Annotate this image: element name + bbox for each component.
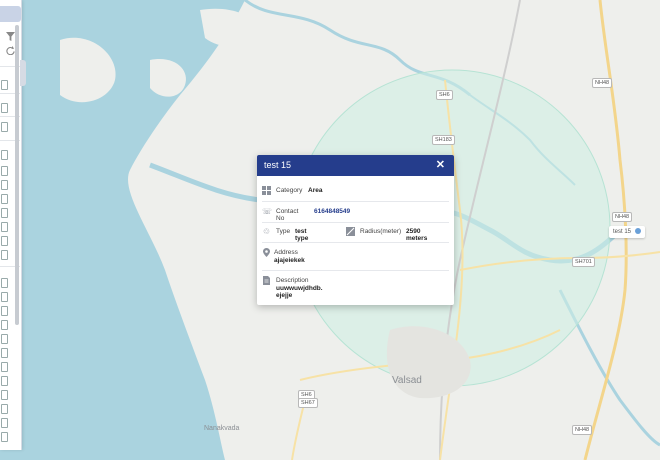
phone-icon [1,166,8,176]
sidebar-scrollbar[interactable] [15,25,19,325]
list-item[interactable] [0,222,12,232]
category-value: Area [308,187,323,194]
phone-icon [1,376,8,386]
shapes-icon: ♲ [262,227,271,236]
list-item[interactable] [0,122,12,132]
location-pin-icon [262,248,271,257]
list-item[interactable] [0,292,12,302]
popup-title: test 15 [264,160,292,170]
sidebar-header [0,6,21,22]
list-item[interactable] [0,194,12,204]
sidebar [0,0,22,450]
phone-icon [1,222,8,232]
list-item[interactable] [0,376,12,386]
phone-icon [1,103,8,113]
list-item[interactable] [0,362,12,372]
road-shield: SH701 [572,257,595,267]
list-item[interactable] [0,404,12,414]
list-item[interactable] [0,278,12,288]
type-label: Type [276,228,291,235]
category-label: Category [276,187,303,194]
phone-icon [1,418,8,428]
address-label: Address [274,249,298,256]
list-item[interactable] [0,334,12,344]
phone-icon [1,390,8,400]
road-shield: NH48 [572,425,593,435]
phone-icon [1,432,8,442]
phone-icon [1,362,8,372]
list-item[interactable] [0,348,12,358]
contact-value[interactable]: 6164848549 [314,208,350,215]
phone-icon [1,334,8,344]
road-shield: NH48 [592,78,613,88]
list-item[interactable] [0,180,12,190]
marker-dot-icon [635,228,642,235]
phone-icon [1,250,8,260]
contact-label: Contact No [276,208,299,222]
sidebar-toggle-handle[interactable] [20,60,26,86]
radius-icon [346,227,355,236]
list-item[interactable] [0,103,12,113]
list-item[interactable] [0,418,12,428]
list-item[interactable] [0,150,12,160]
phone-icon [1,80,8,90]
marker-label: test 15 [613,229,632,235]
list-item[interactable] [0,166,12,176]
phone-icon: ☏ [262,207,273,216]
list-item[interactable] [0,432,12,442]
address-value: ajajeiekek [274,257,305,264]
phone-icon [1,292,8,302]
document-icon [262,276,271,285]
phone-icon [1,404,8,414]
radius-value: 2590 meters [406,228,428,242]
map-marker[interactable]: test 15 [609,226,646,238]
village-label: Nanakvada [204,425,240,432]
road-shield: NH48 [612,212,633,222]
road-shield: SH183 [432,135,455,145]
road-shield: SH6 [436,90,453,100]
phone-icon [1,306,8,316]
list-item[interactable] [0,208,12,218]
list-item[interactable] [0,320,12,330]
list-item[interactable] [0,80,12,90]
phone-icon [1,150,8,160]
list-item[interactable] [0,236,12,246]
list-item[interactable] [0,250,12,260]
list-item[interactable] [0,390,12,400]
phone-icon [1,208,8,218]
close-icon[interactable]: ✕ [436,159,445,171]
phone-icon [1,348,8,358]
info-popup: test 15 ✕ Category Area ☏ Contact No 616… [257,155,454,305]
description-value: uuwwuwjdhdb. ejejje [276,285,323,299]
road-shield: SH67 [298,398,318,408]
popup-header: test 15 ✕ [257,155,454,176]
list-item[interactable] [0,306,12,316]
phone-icon [1,194,8,204]
type-value: test type [295,228,309,242]
description-label: Description [276,277,309,284]
phone-icon [1,320,8,330]
phone-icon [1,236,8,246]
grid-icon [262,186,271,195]
city-label: Valsad [392,375,422,386]
phone-icon [1,122,8,132]
radius-label: Radius(meter) [360,228,402,235]
phone-icon [1,278,8,288]
phone-icon [1,180,8,190]
